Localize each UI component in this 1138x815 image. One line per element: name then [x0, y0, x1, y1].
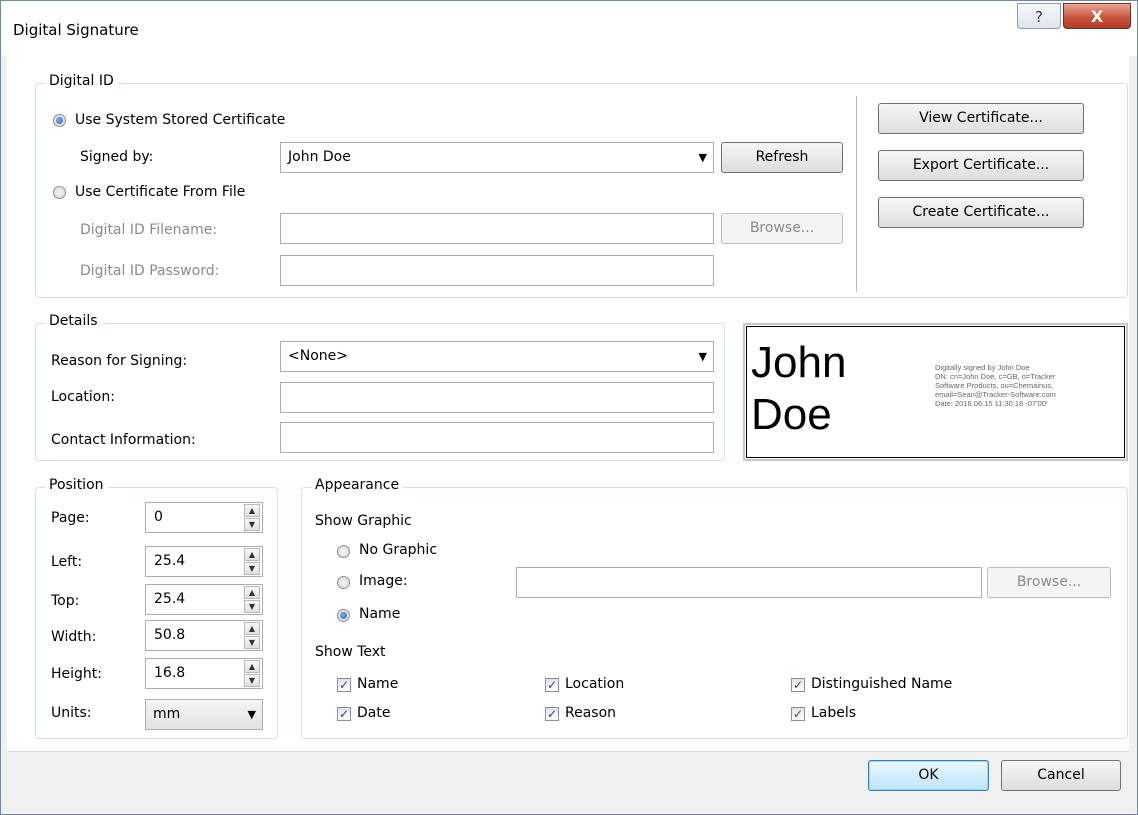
- use-file-certificate-radio[interactable]: [53, 186, 66, 199]
- signed-by-dropdown[interactable]: John Doe ▼: [280, 142, 714, 173]
- top-label: Top:: [51, 593, 80, 609]
- help-button[interactable]: ?: [1017, 3, 1061, 29]
- image-label[interactable]: Image:: [359, 573, 408, 589]
- appearance-legend: Appearance: [311, 477, 404, 493]
- contact-information-input[interactable]: [280, 422, 714, 453]
- distinguished-name-checkbox-label[interactable]: Distinguished Name: [811, 676, 952, 692]
- appearance-group: [301, 487, 1128, 739]
- image-path-input[interactable]: [516, 567, 982, 598]
- name-checkbox-label[interactable]: Name: [357, 676, 398, 692]
- date-checkbox-label[interactable]: Date: [357, 705, 390, 721]
- distinguished-name-checkbox[interactable]: ✓: [791, 678, 805, 692]
- export-certificate-button[interactable]: Export Certificate...: [878, 150, 1084, 181]
- details-legend: Details: [45, 313, 102, 329]
- spin-down-icon[interactable]: ▼: [244, 674, 260, 687]
- reason-dropdown[interactable]: <None> ▼: [280, 341, 714, 372]
- spin-down-icon[interactable]: ▼: [244, 518, 260, 531]
- spin-up-icon[interactable]: ▲: [244, 660, 260, 673]
- image-radio[interactable]: [337, 576, 350, 589]
- help-icon: ?: [1035, 8, 1043, 26]
- labels-checkbox-label[interactable]: Labels: [811, 705, 856, 721]
- page-stepper[interactable]: 0 ▲ ▼: [145, 502, 263, 533]
- labels-checkbox[interactable]: ✓: [791, 707, 805, 721]
- signature-preview: John Doe Digitally signed by John Doe DN…: [743, 323, 1128, 461]
- chevron-down-icon: ▼: [698, 151, 707, 164]
- spin-up-icon[interactable]: ▲: [244, 504, 260, 517]
- close-button[interactable]: X: [1063, 3, 1131, 29]
- left-stepper[interactable]: 25.4 ▲ ▼: [145, 546, 263, 577]
- spin-up-icon[interactable]: ▲: [244, 586, 260, 599]
- no-graphic-label[interactable]: No Graphic: [359, 542, 437, 558]
- create-certificate-button[interactable]: Create Certificate...: [878, 197, 1084, 228]
- use-system-certificate-radio[interactable]: [53, 114, 66, 127]
- top-stepper[interactable]: 25.4 ▲ ▼: [145, 584, 263, 615]
- view-certificate-button[interactable]: View Certificate...: [878, 103, 1084, 134]
- digital-signature-dialog: Digital Signature ? X Digital ID Use Sys…: [0, 0, 1138, 815]
- page-label: Page:: [51, 510, 90, 526]
- units-dropdown[interactable]: mm ▼: [145, 699, 263, 730]
- spin-up-icon[interactable]: ▲: [244, 548, 260, 561]
- digital-id-legend: Digital ID: [45, 73, 118, 89]
- chevron-down-icon: ▼: [247, 708, 256, 721]
- location-checkbox[interactable]: ✓: [545, 678, 559, 692]
- signed-by-value: John Doe: [288, 149, 351, 165]
- units-value: mm: [153, 706, 181, 722]
- cancel-button[interactable]: Cancel: [1001, 760, 1121, 791]
- digital-id-password-input[interactable]: [280, 255, 714, 286]
- top-value: 25.4: [154, 591, 186, 607]
- page-value: 0: [154, 509, 163, 525]
- left-label: Left:: [51, 554, 83, 570]
- reason-value: <None>: [288, 348, 348, 364]
- reason-label: Reason for Signing:: [51, 353, 188, 369]
- digital-id-password-label: Digital ID Password:: [80, 263, 220, 279]
- reason-checkbox[interactable]: ✓: [545, 707, 559, 721]
- location-label: Location:: [51, 389, 115, 405]
- name-radio[interactable]: [337, 609, 350, 622]
- preview-signer-name: John Doe: [751, 338, 847, 439]
- height-stepper[interactable]: 16.8 ▲ ▼: [145, 658, 263, 689]
- name-checkbox[interactable]: ✓: [337, 678, 351, 692]
- height-label: Height:: [51, 666, 102, 682]
- location-checkbox-label[interactable]: Location: [565, 676, 624, 692]
- refresh-button[interactable]: Refresh: [721, 142, 843, 173]
- name-radio-label[interactable]: Name: [359, 606, 400, 622]
- spin-up-icon[interactable]: ▲: [244, 622, 260, 635]
- browse-image-button[interactable]: Browse...: [987, 567, 1111, 598]
- spin-down-icon[interactable]: ▼: [244, 562, 260, 575]
- units-label: Units:: [51, 705, 92, 721]
- spin-down-icon[interactable]: ▼: [244, 600, 260, 613]
- width-stepper[interactable]: 50.8 ▲ ▼: [145, 620, 263, 651]
- no-graphic-radio[interactable]: [337, 545, 350, 558]
- show-graphic-label: Show Graphic: [315, 513, 412, 529]
- position-legend: Position: [45, 477, 108, 493]
- ok-button[interactable]: OK: [868, 760, 989, 791]
- use-file-certificate-label[interactable]: Use Certificate From File: [75, 184, 245, 200]
- left-value: 25.4: [154, 553, 186, 569]
- digital-id-filename-input[interactable]: [280, 213, 714, 244]
- close-icon: X: [1090, 7, 1104, 26]
- date-checkbox[interactable]: ✓: [337, 707, 351, 721]
- digital-id-separator: [856, 96, 857, 292]
- use-system-certificate-label[interactable]: Use System Stored Certificate: [75, 112, 285, 128]
- show-text-label: Show Text: [315, 644, 386, 660]
- title-bar: Digital Signature ? X: [1, 1, 1137, 56]
- width-label: Width:: [51, 629, 97, 645]
- browse-certificate-button[interactable]: Browse...: [721, 213, 843, 244]
- dialog-title: Digital Signature: [13, 21, 139, 39]
- location-input[interactable]: [280, 382, 714, 413]
- preview-signature-details: Digitally signed by John Doe DN: cn=John…: [935, 363, 1056, 408]
- spin-down-icon[interactable]: ▼: [244, 636, 260, 649]
- height-value: 16.8: [154, 665, 186, 681]
- contact-information-label: Contact Information:: [51, 432, 196, 448]
- reason-checkbox-label[interactable]: Reason: [565, 705, 616, 721]
- chevron-down-icon: ▼: [698, 350, 707, 363]
- signed-by-label: Signed by:: [80, 149, 154, 165]
- digital-id-filename-label: Digital ID Filename:: [80, 222, 218, 238]
- width-value: 50.8: [154, 627, 186, 643]
